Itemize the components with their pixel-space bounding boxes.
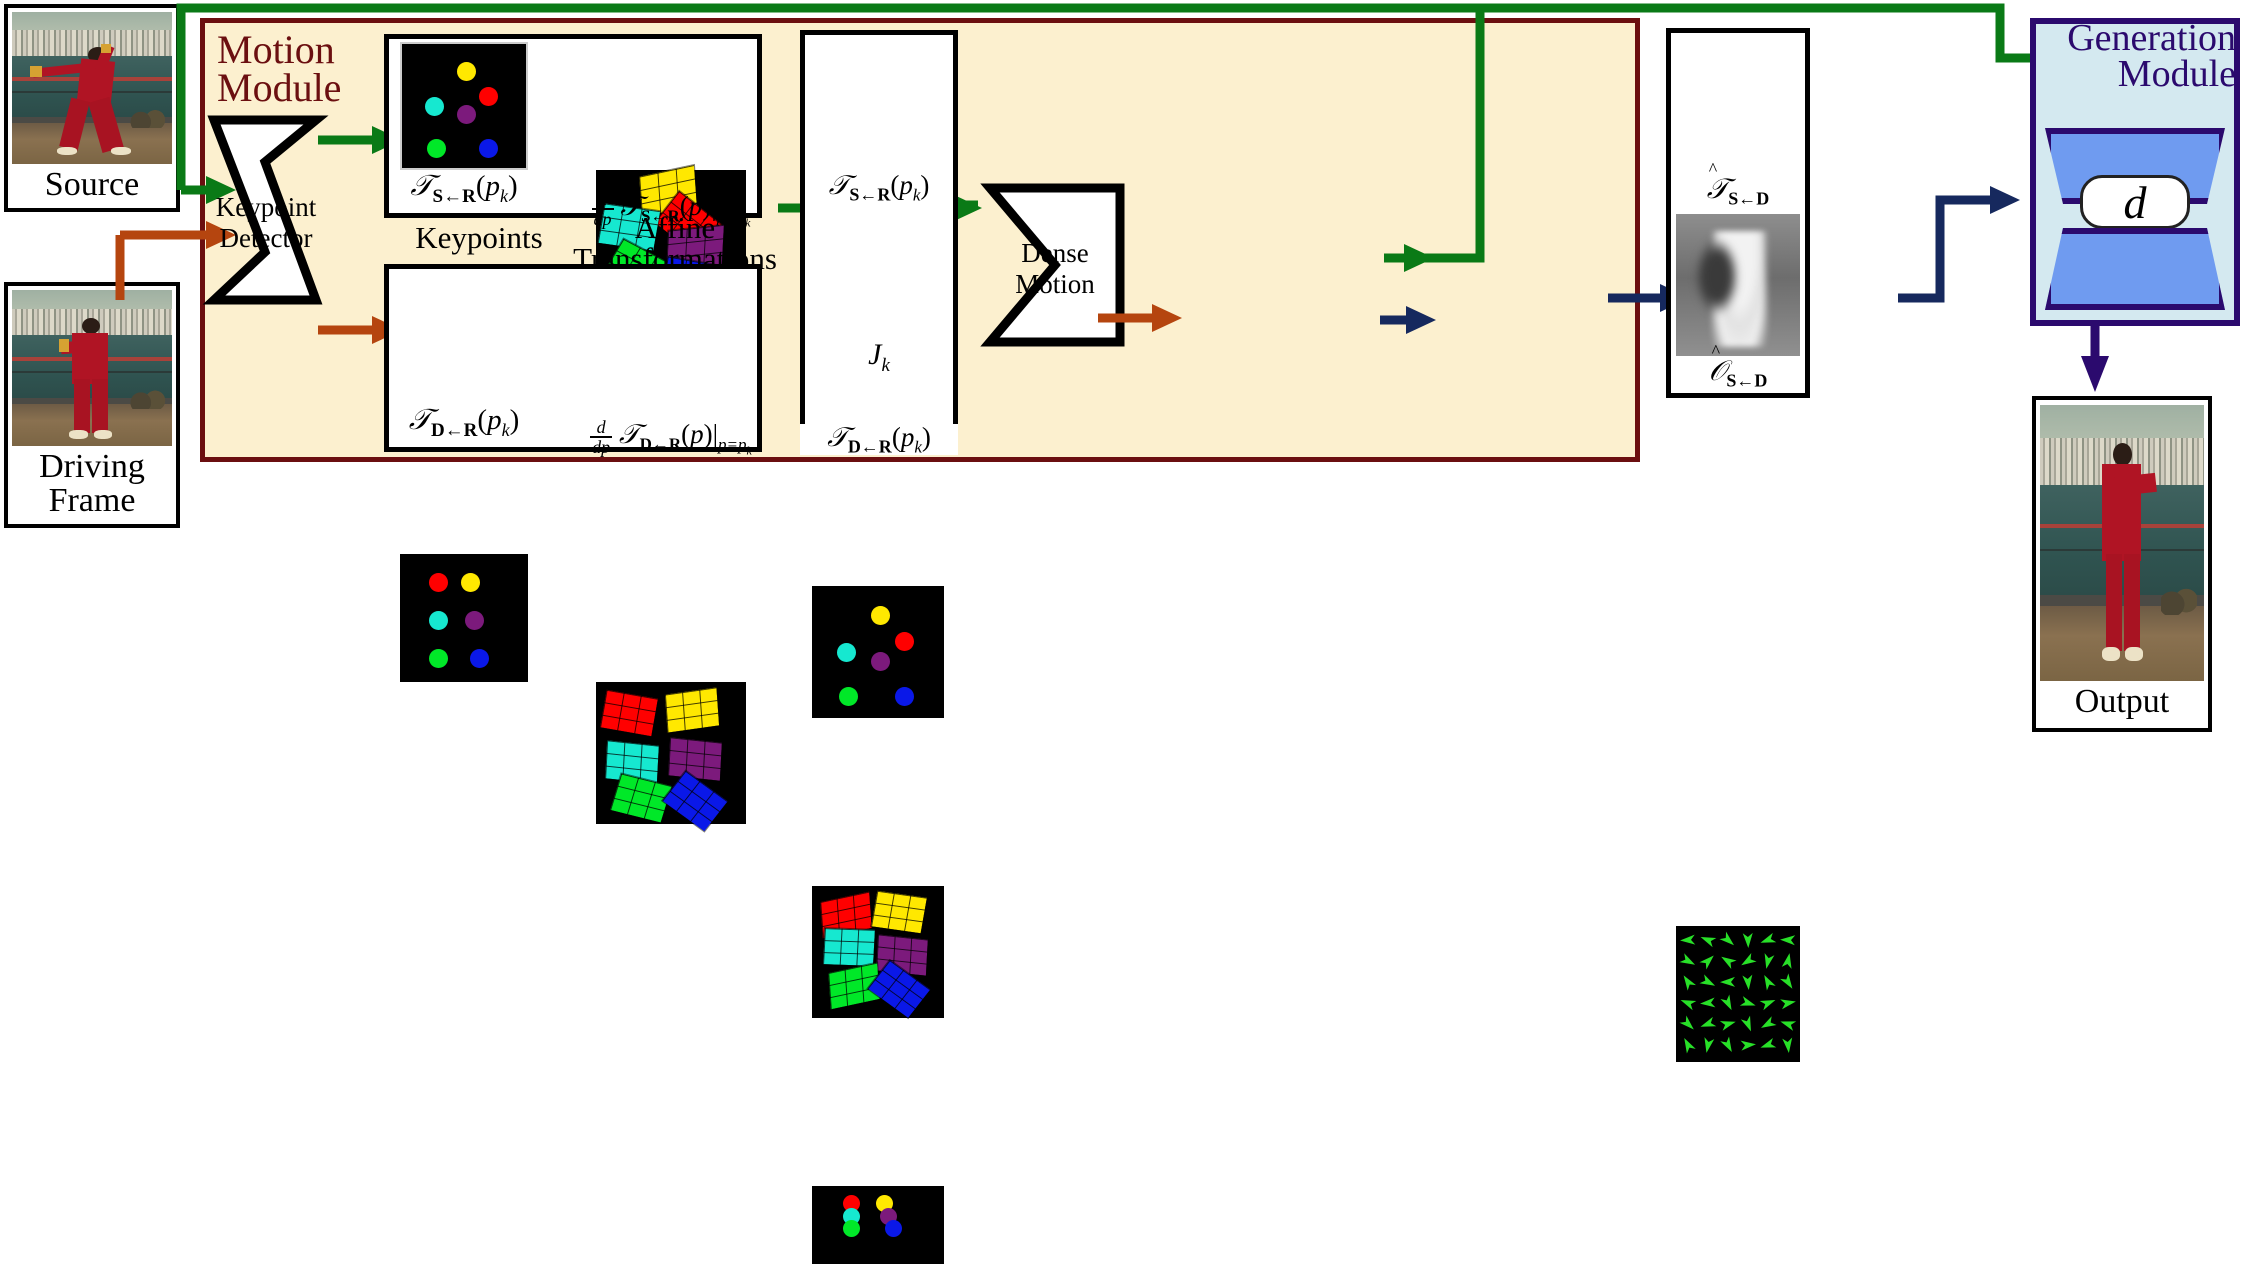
optical-flow-field (1679, 931, 1797, 1054)
keypoint-dot (428, 649, 448, 669)
keypoint-detector-label-line2: Detector (219, 223, 313, 254)
combined-top-caption: 𝒯S←R(pk) (828, 170, 930, 205)
driving-photo (12, 290, 172, 446)
affine-patch (667, 735, 723, 782)
affine-patch (870, 889, 929, 935)
keypoint-dot (839, 687, 859, 707)
keypoint-dot (479, 138, 499, 158)
affine-patch (663, 686, 721, 735)
motion-module-title: Motion Module (217, 27, 342, 110)
keypoint-dot (843, 1220, 861, 1238)
output-image-card: Output (2032, 396, 2212, 732)
combined-jacobian-tile (812, 886, 944, 1020)
dense-motion-label-line2: Motion (1015, 269, 1095, 300)
bottleneck-label: d (2123, 176, 2147, 228)
dense-flow-tile (1676, 926, 1800, 1062)
source-keypoints-tile (400, 42, 528, 170)
dense-flow-caption: 𝒯 ^ S←D (1706, 159, 1770, 209)
source-image-card: Source (4, 4, 180, 212)
keypoint-dot (871, 651, 891, 671)
motion-module-title-line2: Module (217, 65, 342, 110)
dense-motion-label: Dense Motion (990, 238, 1120, 300)
affine-group-label-line1: Affine (634, 210, 716, 245)
keypoint-dot (894, 687, 914, 707)
driving-affine-tile (596, 682, 746, 834)
keypoints-group-label: Keypoints (415, 220, 543, 255)
occlusion-map-tile (1676, 214, 1800, 356)
occlusion-caption: 𝒪 ^ S←D (1708, 341, 1768, 391)
driving-caption-line1: Driving (39, 448, 145, 485)
keypoint-dot (456, 105, 476, 125)
dense-motion-label-line1: Dense (1021, 238, 1089, 268)
keypoint-dot (885, 1220, 903, 1238)
keypoint-dot (479, 86, 499, 106)
keypoint-dot (464, 611, 484, 631)
combined-box (800, 30, 958, 454)
occlusion-dark-region (1695, 239, 1738, 314)
driving-caption-line2: Frame (48, 482, 136, 519)
output-caption: Output (2074, 683, 2170, 720)
keypoint-dot (836, 642, 856, 662)
affine-patch (598, 688, 660, 738)
keypoint-dot (894, 631, 914, 651)
driving-affine-caption: d dp 𝒯D←R(p)|p=pk (590, 417, 752, 457)
driving-keypoints-tile (400, 554, 528, 682)
combined-driving-keypoints-tile (812, 1186, 944, 1264)
keypoint-dot (424, 96, 444, 116)
keypoint-dot (428, 611, 448, 631)
driving-frame-card: Driving Frame (4, 282, 180, 528)
output-photo (2040, 405, 2204, 681)
combined-source-keypoints-tile (812, 586, 944, 718)
keypoint-dot (871, 605, 891, 625)
source-keypoints-caption: 𝒯S←R(pk) (410, 170, 518, 207)
keypoint-detector-label: Keypoint Detector (214, 192, 318, 254)
keypoint-dot (460, 572, 480, 592)
generation-module-title: Generation Module (1930, 17, 2236, 96)
motion-module-title-line1: Motion (217, 27, 335, 72)
keypoint-dot (469, 649, 489, 669)
generation-module-title-line1: Generation (2067, 17, 2236, 59)
driving-keypoints-caption: 𝒯D←R(pk) (408, 404, 520, 441)
combined-jk-caption: Jk (868, 338, 890, 376)
keypoint-dot (427, 138, 447, 158)
keypoint-dot (456, 61, 476, 81)
generation-module-title-line2: Module (2117, 53, 2236, 96)
generator-decoder (2045, 228, 2225, 310)
affine-patch (821, 926, 876, 967)
source-caption: Source (44, 166, 140, 203)
keypoint-detector-label-line1: Keypoint (215, 192, 317, 222)
keypoint-dot (428, 572, 448, 592)
combined-bottom-caption: 𝒯D←R(pk) (800, 423, 958, 456)
source-photo (12, 12, 172, 164)
generator-bottleneck: d (2080, 175, 2190, 229)
